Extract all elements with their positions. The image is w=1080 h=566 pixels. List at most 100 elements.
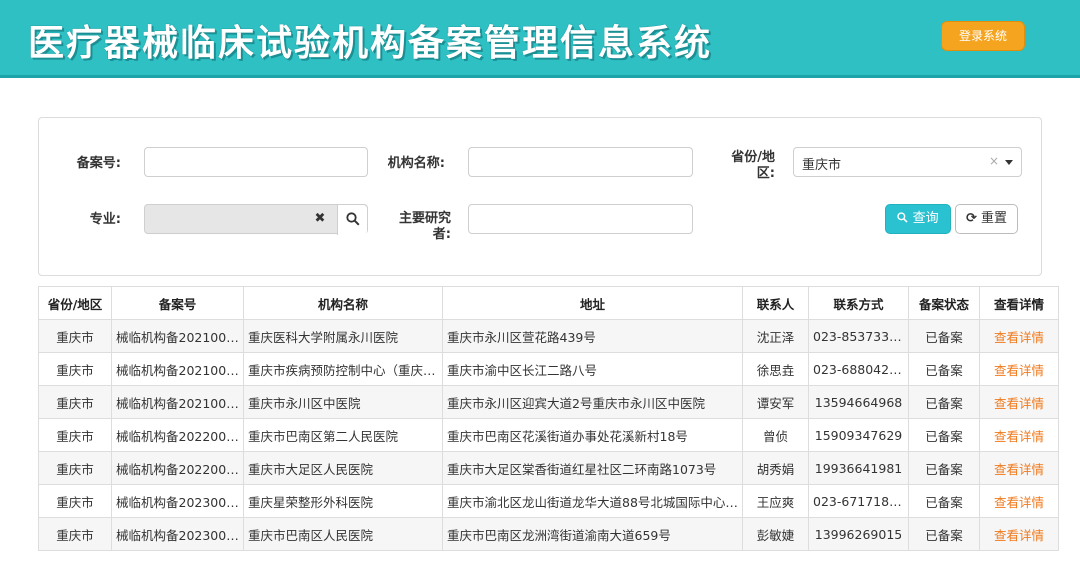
clear-icon[interactable]: × (989, 154, 999, 168)
region-selected-value: 重庆市 (802, 158, 842, 173)
cell-org-name: 重庆市大足区人民医院 (243, 451, 443, 485)
cell-filing-no: 械临机构备202100105 (111, 385, 244, 419)
table-row: 重庆市 械临机构备202100033 重庆医科大学附属永川医院 重庆市永川区萱花… (38, 319, 1059, 353)
refresh-icon: ⟳ (965, 211, 977, 226)
cell-address: 重庆市渝北区龙山街道龙华大道88号北城国际中心2-1 (442, 484, 743, 518)
org-name-input[interactable] (468, 147, 693, 177)
cell-phone: 13996269015 (808, 517, 909, 551)
cell-address: 重庆市渝中区长江二路八号 (442, 352, 743, 386)
results-table: 省份/地区 备案号 机构名称 地址 联系人 联系方式 备案状态 查看详情 重庆市… (38, 286, 1059, 551)
table-row: 重庆市 械临机构备202100085 重庆市疾病预防控制中心（重庆市… 重庆市渝… (38, 352, 1059, 386)
column-header: 地址 (442, 286, 743, 320)
cell-filing-no: 械临机构备202200120 (111, 451, 244, 485)
cell-phone: 023-68804214 (808, 352, 909, 386)
table-header-row: 省份/地区 备案号 机构名称 地址 联系人 联系方式 备案状态 查看详情 (38, 286, 1059, 320)
search-icon (897, 212, 909, 223)
cell-contact: 徐思垚 (742, 352, 809, 386)
cell-filing-no: 械临机构备202300039 (111, 484, 244, 518)
cell-status: 已备案 (908, 517, 980, 551)
view-details-link[interactable]: 查看详情 (979, 484, 1059, 518)
reset-label: 重置 (981, 211, 1008, 226)
cell-address: 重庆市巴南区龙洲湾街道渝南大道659号 (442, 517, 743, 551)
cell-status: 已备案 (908, 418, 980, 452)
cell-org-name: 重庆星荣整形外科医院 (243, 484, 443, 518)
table-row: 重庆市 械临机构备202200086 重庆市巴南区第二人民医院 重庆市巴南区花溪… (38, 418, 1059, 452)
cell-filing-no: 械临机构备202300057 (111, 517, 244, 551)
filing-no-label: 备案号: (76, 156, 121, 171)
pi-label-line1: 主要研究 (398, 211, 451, 226)
column-header: 机构名称 (243, 286, 443, 320)
cell-org-name: 重庆市巴南区第二人民医院 (243, 418, 443, 452)
cell-region: 重庆市 (38, 385, 112, 419)
cell-address: 重庆市大足区棠香街道红星社区二环南路1073号 (442, 451, 743, 485)
cell-filing-no: 械临机构备202100085 (111, 352, 244, 386)
cell-region: 重庆市 (38, 451, 112, 485)
view-details-link[interactable]: 查看详情 (979, 385, 1059, 419)
table-row: 重庆市 械临机构备202200120 重庆市大足区人民医院 重庆市大足区棠香街道… (38, 451, 1059, 485)
cell-contact: 谭安军 (742, 385, 809, 419)
view-details-link[interactable]: 查看详情 (979, 319, 1059, 353)
view-details-link[interactable]: 查看详情 (979, 352, 1059, 386)
cell-region: 重庆市 (38, 418, 112, 452)
cell-contact: 彭敏婕 (742, 517, 809, 551)
major-label: 专业: (89, 212, 121, 227)
major-picker: ✖ (144, 204, 368, 235)
search-icon[interactable] (337, 205, 367, 235)
org-name-label: 机构名称: (387, 156, 445, 171)
table-row: 重庆市 械临机构备202100105 重庆市永川区中医院 重庆市永川区迎宾大道2… (38, 385, 1059, 419)
cell-filing-no: 械临机构备202200086 (111, 418, 244, 452)
pi-label: 主要研究 者: (379, 211, 451, 243)
cell-address: 重庆市巴南区花溪街道办事处花溪新村18号 (442, 418, 743, 452)
region-label: 省份/地 区: (715, 150, 775, 182)
cell-region: 重庆市 (38, 352, 112, 386)
cell-phone: 13594664968 (808, 385, 909, 419)
query-label: 查询 (912, 211, 939, 226)
cell-org-name: 重庆医科大学附属永川医院 (243, 319, 443, 353)
cell-org-name: 重庆市巴南区人民医院 (243, 517, 443, 551)
cell-status: 已备案 (908, 319, 980, 353)
cell-phone: 15909347629 (808, 418, 909, 452)
search-panel: 备案号: 机构名称: 省份/地 区: 重庆市 × 专业: ✖ 主要研究 者: 查… (38, 117, 1042, 276)
region-label-line1: 省份/地 (731, 150, 775, 165)
cell-contact: 沈正泽 (742, 319, 809, 353)
cell-region: 重庆市 (38, 484, 112, 518)
view-details-link[interactable]: 查看详情 (979, 418, 1059, 452)
pi-label-line2: 者: (432, 227, 451, 242)
top-header: 医疗器械临床试验机构备案管理信息系统 登录系统 (0, 0, 1080, 78)
cell-org-name: 重庆市永川区中医院 (243, 385, 443, 419)
region-select[interactable]: 重庆市 × (793, 147, 1022, 177)
view-details-link[interactable]: 查看详情 (979, 517, 1059, 551)
pi-input[interactable] (468, 204, 693, 234)
cell-contact: 胡秀娟 (742, 451, 809, 485)
login-button[interactable]: 登录系统 (941, 21, 1025, 51)
cell-status: 已备案 (908, 451, 980, 485)
cell-contact: 曾侦 (742, 418, 809, 452)
cell-filing-no: 械临机构备202100033 (111, 319, 244, 353)
cell-phone: 023-67171890 (808, 484, 909, 518)
column-header: 省份/地区 (38, 286, 112, 320)
region-label-line2: 区: (756, 166, 775, 181)
column-header: 联系方式 (808, 286, 909, 320)
cell-contact: 王应爽 (742, 484, 809, 518)
column-header: 查看详情 (979, 286, 1059, 320)
clear-icon[interactable]: ✖ (305, 205, 335, 235)
app-title: 医疗器械临床试验机构备案管理信息系统 (28, 22, 713, 64)
column-header: 备案状态 (908, 286, 980, 320)
cell-status: 已备案 (908, 385, 980, 419)
column-header: 联系人 (742, 286, 809, 320)
cell-phone: 023-85373319 (808, 319, 909, 353)
caret-down-icon[interactable] (1005, 160, 1013, 165)
reset-button[interactable]: ⟳ 重置 (955, 204, 1018, 234)
cell-status: 已备案 (908, 352, 980, 386)
cell-region: 重庆市 (38, 517, 112, 551)
query-button[interactable]: 查询 (885, 204, 951, 234)
view-details-link[interactable]: 查看详情 (979, 451, 1059, 485)
table-row: 重庆市 械临机构备202300057 重庆市巴南区人民医院 重庆市巴南区龙洲湾街… (38, 517, 1059, 551)
cell-org-name: 重庆市疾病预防控制中心（重庆市… (243, 352, 443, 386)
filing-no-input[interactable] (144, 147, 368, 177)
table-row: 重庆市 械临机构备202300039 重庆星荣整形外科医院 重庆市渝北区龙山街道… (38, 484, 1059, 518)
column-header: 备案号 (111, 286, 244, 320)
cell-status: 已备案 (908, 484, 980, 518)
cell-phone: 19936641981 (808, 451, 909, 485)
cell-address: 重庆市永川区萱花路439号 (442, 319, 743, 353)
